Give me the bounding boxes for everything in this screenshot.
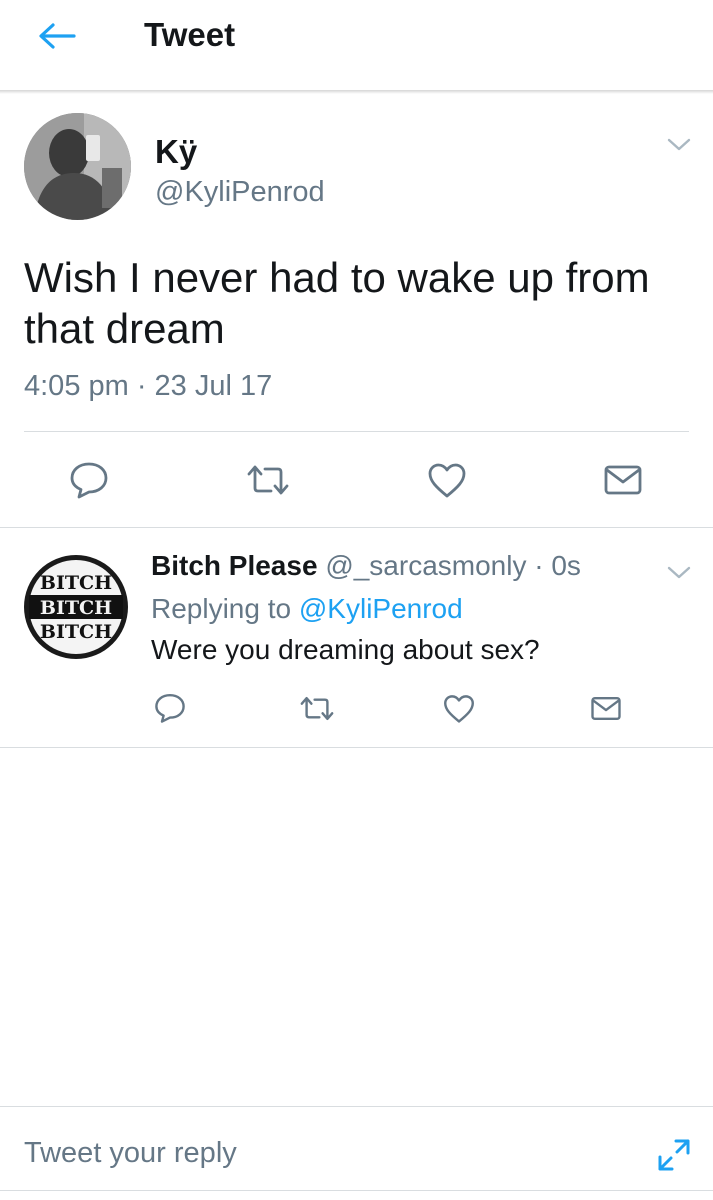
divider <box>24 431 689 432</box>
author-avatar[interactable] <box>24 113 131 220</box>
reply-icon <box>70 462 108 499</box>
reply-like-button[interactable] <box>439 688 479 728</box>
reply-header: Bitch Please @_sarcasmonly · 0s <box>151 550 581 582</box>
reply-text: Were you dreaming about sex? <box>151 634 540 665</box>
header-divider <box>0 90 713 94</box>
bitch-button-logo: BITCH BITCH BITCH <box>25 556 127 658</box>
heart-icon <box>428 463 466 498</box>
replying-mention[interactable]: @KyliPenrod <box>299 593 463 624</box>
reply-direct-message-button[interactable] <box>586 688 626 728</box>
expand-icon <box>658 1139 690 1171</box>
reply-meta: @_sarcasmonly · 0s <box>325 550 581 581</box>
reply-author-avatar[interactable]: BITCH BITCH BITCH <box>24 555 128 659</box>
chevron-down-icon <box>667 138 691 151</box>
app-header: Tweet <box>0 0 713 90</box>
reply-button[interactable] <box>64 458 114 502</box>
replying-to: Replying to @KyliPenrod <box>151 593 463 625</box>
composer-divider <box>0 1106 713 1107</box>
retweet-icon <box>247 465 289 495</box>
direct-message-button[interactable] <box>598 458 648 502</box>
avatar-line: BITCH <box>40 621 112 643</box>
divider <box>0 747 713 748</box>
heart-icon <box>444 694 474 723</box>
reply-author-name[interactable]: Bitch Please <box>151 550 318 581</box>
tweet-options-button[interactable] <box>665 133 693 155</box>
reply-reply-button[interactable] <box>150 688 190 728</box>
reply-options-button[interactable] <box>665 561 693 583</box>
avatar-line: BITCH <box>40 597 112 619</box>
envelope-icon <box>604 465 642 495</box>
like-button[interactable] <box>422 458 472 502</box>
tweet-timestamp[interactable]: 4:05 pm · 23 Jul 17 <box>24 370 272 403</box>
envelope-icon <box>591 696 621 720</box>
page-title: Tweet <box>144 16 236 53</box>
avatar-line: BITCH <box>40 572 112 594</box>
retweet-button[interactable] <box>240 458 296 502</box>
composer-bottom-divider <box>0 1190 713 1191</box>
profile-photo <box>24 113 131 220</box>
replying-prefix: Replying to <box>151 593 292 624</box>
tweet-text: Wish I never had to wake up from that dr… <box>24 254 650 352</box>
author-handle[interactable]: @KyliPenrod <box>155 176 325 209</box>
arrow-left-icon <box>39 23 76 49</box>
reply-retweet-button[interactable] <box>294 688 340 728</box>
reply-input[interactable]: Tweet your reply <box>24 1137 624 1170</box>
back-button[interactable] <box>34 20 78 52</box>
chevron-down-icon <box>667 566 691 579</box>
author-name[interactable]: Kÿ <box>155 133 197 171</box>
retweet-icon <box>300 696 334 720</box>
reply-icon <box>155 694 185 723</box>
divider <box>0 527 713 528</box>
expand-composer-button[interactable] <box>654 1135 694 1175</box>
